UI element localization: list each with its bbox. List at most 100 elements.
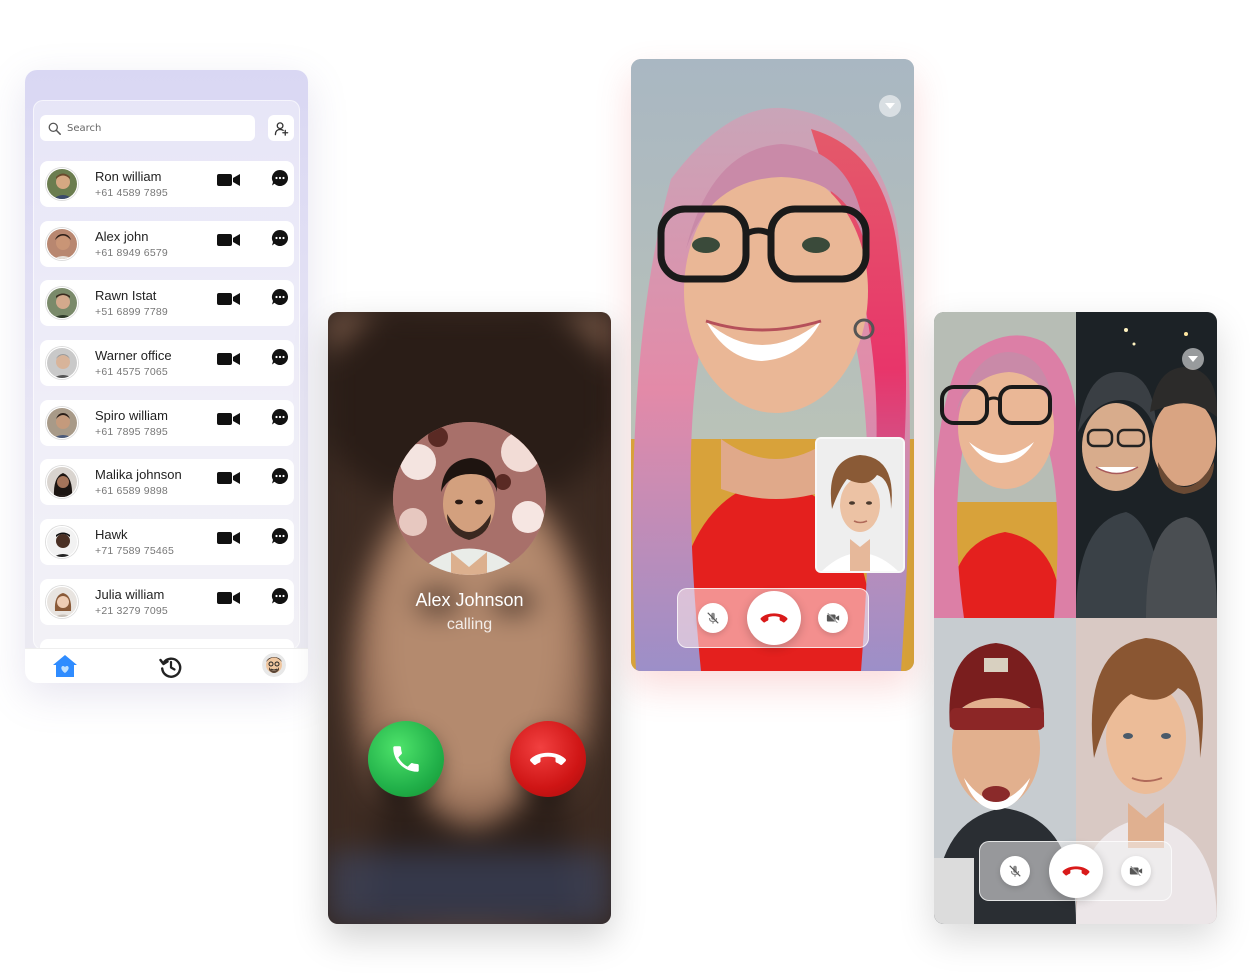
caller-avatar: [393, 422, 546, 575]
mic-off-icon: [1009, 865, 1021, 877]
chevron-down-icon: [885, 103, 895, 109]
video-call-button[interactable]: [216, 171, 242, 189]
video-call-button[interactable]: [216, 231, 242, 249]
contact-list: Ron william +61 4589 7895 Alex john +61 …: [40, 161, 294, 649]
video-camera-icon: [217, 293, 240, 306]
message-button[interactable]: [271, 348, 289, 366]
contact-name: Warner office: [95, 348, 172, 364]
incoming-call-screen: Alex Johnson calling: [328, 312, 611, 924]
participant-video[interactable]: [1076, 312, 1217, 618]
contact-item[interactable]: Malika johnson +61 6589 9898: [40, 459, 294, 506]
nav-home-button[interactable]: [52, 654, 78, 678]
add-contact-button[interactable]: [268, 115, 294, 141]
contact-phone: +51 6899 7789: [95, 306, 168, 319]
search-bar[interactable]: [40, 115, 255, 141]
camera-off-button[interactable]: [1121, 856, 1151, 886]
profile-avatar-icon: [262, 653, 286, 677]
avatar: [46, 585, 78, 618]
phone-hangup-icon: [760, 613, 788, 623]
search-input[interactable]: [67, 122, 237, 134]
message-button[interactable]: [271, 467, 289, 485]
group-call-screen: [934, 312, 1217, 924]
avatar: [46, 287, 78, 320]
video-call-button[interactable]: [216, 350, 242, 368]
contact-phone: +61 4575 7065: [95, 366, 168, 379]
video-call-button[interactable]: [216, 410, 242, 428]
video-camera-icon: [217, 353, 240, 366]
contact-item[interactable]: Hawk +71 7589 75465: [40, 519, 294, 566]
contact-item[interactable]: Julia william +21 3279 7095: [40, 578, 294, 625]
video-call-button[interactable]: [216, 589, 242, 607]
video-call-screen: [631, 59, 914, 671]
end-call-button[interactable]: [1049, 844, 1103, 898]
end-call-button[interactable]: [747, 591, 801, 645]
search-icon: [48, 122, 61, 135]
message-button[interactable]: [271, 169, 289, 187]
caller-name: Alex Johnson: [415, 590, 524, 610]
contact-phone: +61 8949 6579: [95, 246, 168, 259]
video-camera-icon: [217, 412, 240, 425]
participant-video[interactable]: [934, 312, 1076, 618]
contact-item[interactable]: Rawn Istat +51 6899 7789: [40, 280, 294, 327]
video-off-icon: [826, 612, 840, 624]
mic-off-icon: [707, 612, 719, 624]
avatar: [46, 227, 78, 260]
contact-name: Spiro william: [95, 407, 168, 423]
bottom-navigation: [25, 648, 308, 683]
message-button[interactable]: [271, 229, 289, 247]
add-user-icon: [274, 121, 288, 136]
home-heart-icon: [53, 655, 77, 677]
video-call-button[interactable]: [216, 469, 242, 487]
contact-name: Hawk: [95, 527, 128, 543]
contacts-screen: Ron william +61 4589 7895 Alex john +: [25, 70, 308, 683]
mute-button[interactable]: [1000, 856, 1030, 886]
decline-call-button[interactable]: [510, 721, 586, 797]
collapse-button[interactable]: [1182, 348, 1204, 370]
contact-phone: +71 7589 75465: [95, 545, 175, 558]
contacts-container: Ron william +61 4589 7895 Alex john +: [33, 100, 300, 650]
message-button[interactable]: [271, 587, 289, 605]
video-camera-icon: [217, 591, 240, 604]
video-camera-icon: [217, 472, 240, 485]
call-controls: [677, 588, 869, 648]
contact-item[interactable]: Ron william +61 4589 7895: [40, 161, 294, 207]
video-camera-icon: [217, 233, 240, 246]
chat-bubble-icon: [271, 229, 289, 246]
call-status: calling: [446, 616, 493, 633]
chevron-down-icon: [1188, 356, 1198, 362]
contact-name: Malika johnson: [95, 467, 182, 483]
avatar: [46, 526, 78, 559]
contact-phone: +61 7895 7895: [95, 425, 168, 438]
chat-bubble-icon: [271, 468, 289, 485]
phone-icon: [393, 746, 419, 772]
chat-bubble-icon: [271, 528, 289, 545]
accept-call-button[interactable]: [368, 721, 444, 797]
contact-phone: +61 4589 7895: [95, 187, 168, 199]
video-camera-icon: [217, 532, 240, 545]
message-button[interactable]: [271, 408, 289, 426]
camera-off-button[interactable]: [818, 603, 848, 633]
avatar: [46, 347, 78, 380]
avatar: [46, 168, 78, 200]
avatar: [46, 406, 78, 439]
chat-bubble-icon: [271, 349, 289, 366]
contact-phone: +61 6589 9898: [95, 485, 168, 498]
nav-profile-button[interactable]: [262, 653, 286, 677]
chat-bubble-icon: [271, 169, 289, 186]
nav-history-button[interactable]: [159, 655, 183, 679]
contact-name: Julia william: [95, 586, 165, 602]
collapse-button[interactable]: [879, 95, 901, 117]
self-view-video[interactable]: [815, 437, 905, 573]
chat-bubble-icon: [271, 408, 289, 425]
message-button[interactable]: [271, 288, 289, 306]
phone-hangup-icon: [1062, 866, 1090, 876]
message-button[interactable]: [271, 527, 289, 545]
contact-item[interactable]: Alex john +61 8949 6579: [40, 220, 294, 267]
contact-item[interactable]: Spiro william +61 7895 7895: [40, 399, 294, 446]
app-showcase: Ron william +61 4589 7895 Alex john +: [0, 0, 1250, 978]
call-controls: [979, 841, 1172, 901]
video-call-button[interactable]: [216, 290, 242, 308]
mute-button[interactable]: [698, 603, 728, 633]
contact-item[interactable]: Warner office +61 4575 7065: [40, 340, 294, 387]
video-call-button[interactable]: [216, 529, 242, 547]
